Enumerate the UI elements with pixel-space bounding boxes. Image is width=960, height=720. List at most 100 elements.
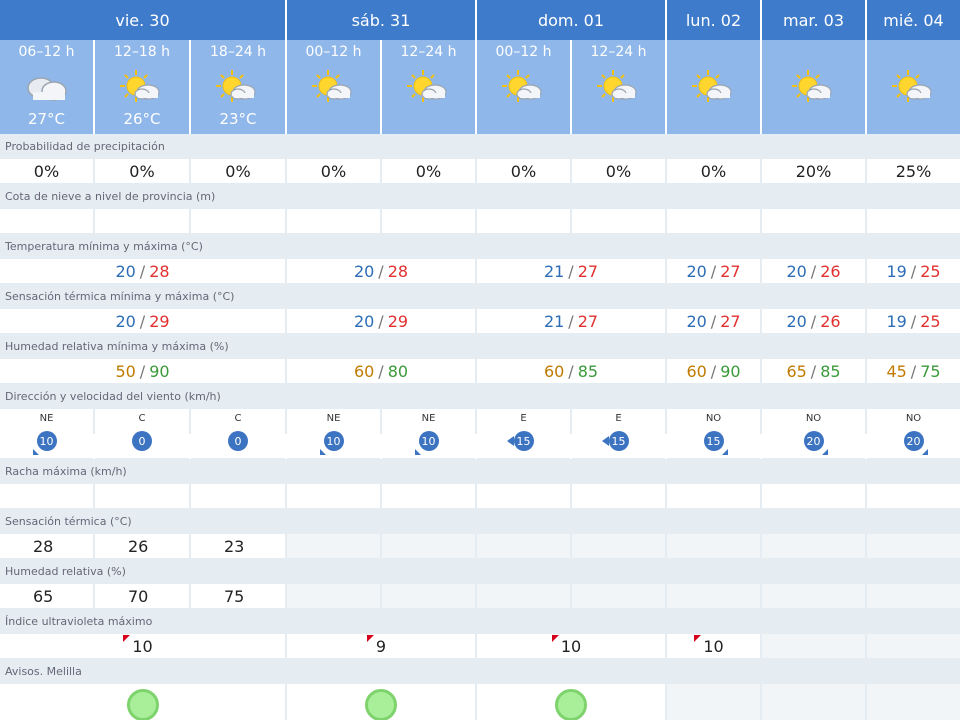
slash: /	[378, 261, 384, 281]
max-value: 80	[387, 361, 409, 381]
column-separator	[189, 484, 191, 509]
column-separator	[865, 584, 867, 609]
slash: /	[810, 261, 817, 281]
warning-green-icon[interactable]	[126, 689, 159, 720]
wind-cell: NO 15	[667, 409, 760, 459]
value-feel: 20/29	[0, 309, 285, 334]
value-precip: 0%	[382, 159, 475, 184]
value-feel_now: 28	[0, 534, 93, 559]
min-value: 20	[115, 261, 136, 281]
value-precip: 25%	[867, 159, 960, 184]
wind-arrow-icon	[721, 449, 728, 455]
wind-speed: 15	[706, 434, 721, 448]
column-separator	[865, 534, 867, 559]
empty-cell	[382, 584, 475, 609]
min-value: 60	[686, 361, 707, 381]
min-value: 19	[886, 311, 907, 331]
row-label-feel_now: Sensación térmica (°C)	[0, 509, 960, 534]
empty-cell	[572, 584, 665, 609]
period-cell: 00–12 h	[477, 40, 570, 134]
column-separator	[760, 484, 762, 509]
sun-cloud-icon	[788, 66, 840, 106]
slash: /	[710, 261, 717, 281]
empty-cell	[572, 534, 665, 559]
value-gust	[867, 484, 960, 509]
row-label-gust: Racha máxima (km/h)	[0, 459, 960, 484]
column-separator	[760, 584, 762, 609]
column-separator	[665, 534, 667, 559]
slash: /	[710, 311, 717, 331]
wind-speed-badge: 10	[414, 431, 439, 455]
empty-cell	[867, 684, 960, 720]
period-temperature: 27°C	[27, 110, 66, 128]
wind-speed-badge: 10	[319, 431, 344, 455]
warning-cell[interactable]	[287, 684, 475, 720]
period-cell	[762, 40, 865, 134]
warning-cell[interactable]	[0, 684, 285, 720]
value-feel: 20/29	[287, 309, 475, 334]
slash: /	[139, 261, 146, 281]
wind-speed: 0	[138, 434, 146, 448]
slash: /	[910, 361, 917, 381]
value-snow	[95, 209, 189, 234]
warning-cell[interactable]	[477, 684, 665, 720]
empty-cell	[867, 534, 960, 559]
wind-arrow-icon	[821, 449, 828, 455]
min-value: 20	[786, 311, 807, 331]
warning-green-icon[interactable]	[365, 689, 397, 720]
period-cell: 00–12 h	[287, 40, 380, 134]
row-label-snow: Cota de nieve a nivel de provincia (m)	[0, 184, 960, 209]
value-temp: 21/27	[477, 259, 665, 284]
column-separator	[475, 209, 477, 234]
column-separator	[93, 209, 95, 234]
day-header[interactable]: mié. 04	[867, 0, 960, 40]
column-separator	[285, 484, 287, 509]
wind-arrow-icon	[921, 449, 928, 455]
uv-index: 10	[667, 634, 760, 659]
wind-speed: 10	[326, 434, 341, 448]
max-value: 28	[149, 261, 170, 281]
warning-green-icon[interactable]	[555, 689, 587, 720]
column-separator	[285, 159, 287, 184]
empty-cell	[287, 584, 380, 609]
empty-cell	[477, 534, 570, 559]
min-value: 60	[353, 361, 375, 381]
uv-index: 10	[0, 634, 285, 659]
value-humidity: 60/85	[477, 359, 665, 384]
period-cell: 18–24 h 23°C	[191, 40, 285, 134]
slash: /	[378, 361, 384, 381]
sun-cloud-icon	[498, 66, 550, 106]
value-rh: 65	[0, 584, 93, 609]
column-separator	[285, 584, 287, 609]
uv-value-wrap: 9	[366, 634, 387, 656]
day-header[interactable]: dom. 01	[477, 0, 665, 40]
column-separator	[189, 584, 191, 609]
value-feel_now: 26	[95, 534, 189, 559]
slash: /	[568, 261, 574, 281]
column-separator	[865, 159, 867, 184]
value-humidity: 60/80	[287, 359, 475, 384]
day-label: dom. 01	[537, 10, 605, 30]
uv-value: 9	[375, 636, 387, 656]
value-humidity: 50/90	[0, 359, 285, 384]
min-value: 21	[543, 311, 565, 331]
wind-direction: E	[520, 413, 527, 424]
wind-cell: NO 20	[762, 409, 865, 459]
uv-value: 10	[703, 636, 724, 656]
day-header[interactable]: mar. 03	[762, 0, 865, 40]
slash: /	[139, 361, 146, 381]
column-separator	[665, 584, 667, 609]
wind-cell: C0	[191, 409, 285, 459]
wind-speed-badge: 10	[32, 431, 57, 455]
day-header[interactable]: vie. 30	[0, 0, 285, 40]
value-gust	[572, 484, 665, 509]
column-separator	[570, 484, 572, 509]
column-separator	[93, 584, 95, 609]
min-value: 20	[115, 311, 136, 331]
day-header[interactable]: lun. 02	[667, 0, 760, 40]
value-gust	[477, 484, 570, 509]
column-separator	[570, 209, 572, 234]
day-header[interactable]: sáb. 31	[287, 0, 475, 40]
column-separator	[93, 159, 95, 184]
value-feel: 19/25	[867, 309, 960, 334]
